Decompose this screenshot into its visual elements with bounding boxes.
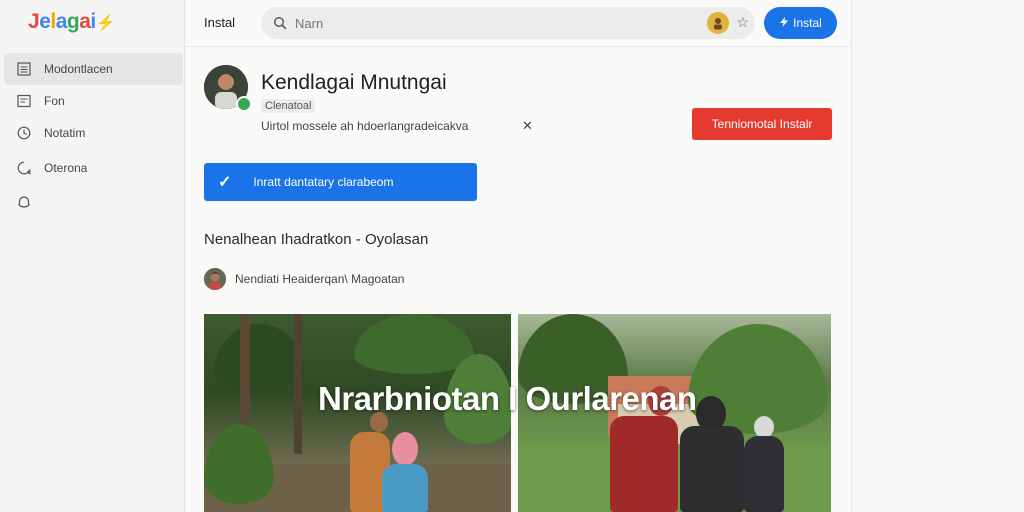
top-bar: Instal ☆ Instal: [185, 0, 850, 47]
profile-tag: Clenatoal: [261, 99, 316, 113]
person: [382, 464, 428, 512]
right-pane: [851, 0, 1024, 512]
foliage: [214, 324, 304, 394]
page-label: Instal: [204, 15, 236, 30]
list-icon: [16, 93, 32, 109]
user-avatar[interactable]: [707, 12, 729, 34]
sidebar-item-label: Fon: [44, 94, 65, 108]
shape-icon: [16, 194, 32, 210]
section-title: Nenalhean Ihadratkon - Oyolasan: [204, 231, 429, 248]
person-head: [392, 432, 418, 466]
install-button[interactable]: Instal: [764, 7, 837, 39]
online-status-icon: [236, 96, 252, 112]
install-button-label: Instal: [793, 16, 822, 30]
author-name: Nendiati Heaiderqan\ Magoatan: [235, 272, 405, 286]
close-icon[interactable]: ✕: [522, 118, 533, 134]
sidebar-item-fon[interactable]: Fon: [4, 85, 183, 117]
sidebar-item-modontlacen[interactable]: Modontlacen: [4, 53, 183, 85]
sidebar-item-extra[interactable]: [4, 186, 183, 218]
media-overlay-title: Nrarbniotan I Ourlarenan: [318, 380, 697, 417]
sidebar: Jelagai⚡ Modontlacen Fon Notatim Oterona: [0, 0, 185, 512]
sidebar-item-label: Notatim: [44, 126, 86, 140]
bolt-icon: [779, 16, 789, 30]
author-avatar[interactable]: [204, 268, 226, 290]
confirmation-banner[interactable]: ✓ Inratt dantatary clarabeom: [204, 163, 477, 201]
person: [610, 416, 678, 512]
person: [680, 426, 744, 512]
profile-description: Uirtol mossele ah hdoerlangradeicakva: [261, 119, 469, 133]
chat-icon: [16, 160, 32, 176]
sidebar-item-notatim[interactable]: Notatim: [4, 117, 183, 149]
sidebar-item-oterona[interactable]: Oterona: [4, 152, 183, 184]
foliage: [354, 314, 474, 374]
document-icon: [16, 61, 32, 77]
person: [744, 436, 784, 512]
check-icon: ✓: [218, 174, 232, 191]
banner-label: Inratt dantatary clarabeom: [253, 175, 394, 189]
search-input[interactable]: [293, 14, 677, 32]
star-icon[interactable]: ☆: [736, 14, 749, 31]
sidebar-item-label: Modontlacen: [44, 62, 113, 76]
search-bar[interactable]: ☆: [261, 7, 755, 39]
sidebar-item-label: Oterona: [44, 161, 88, 175]
search-icon: [273, 16, 287, 30]
app-logo[interactable]: Jelagai⚡: [28, 10, 116, 34]
primary-action-button[interactable]: Tenniomotal Instalr: [692, 108, 832, 140]
foliage: [204, 424, 274, 504]
person-head: [754, 416, 774, 438]
clock-icon: [16, 125, 32, 141]
profile-name: Kendlagai Mnutngai: [261, 71, 447, 94]
tree-trunk: [294, 314, 302, 454]
